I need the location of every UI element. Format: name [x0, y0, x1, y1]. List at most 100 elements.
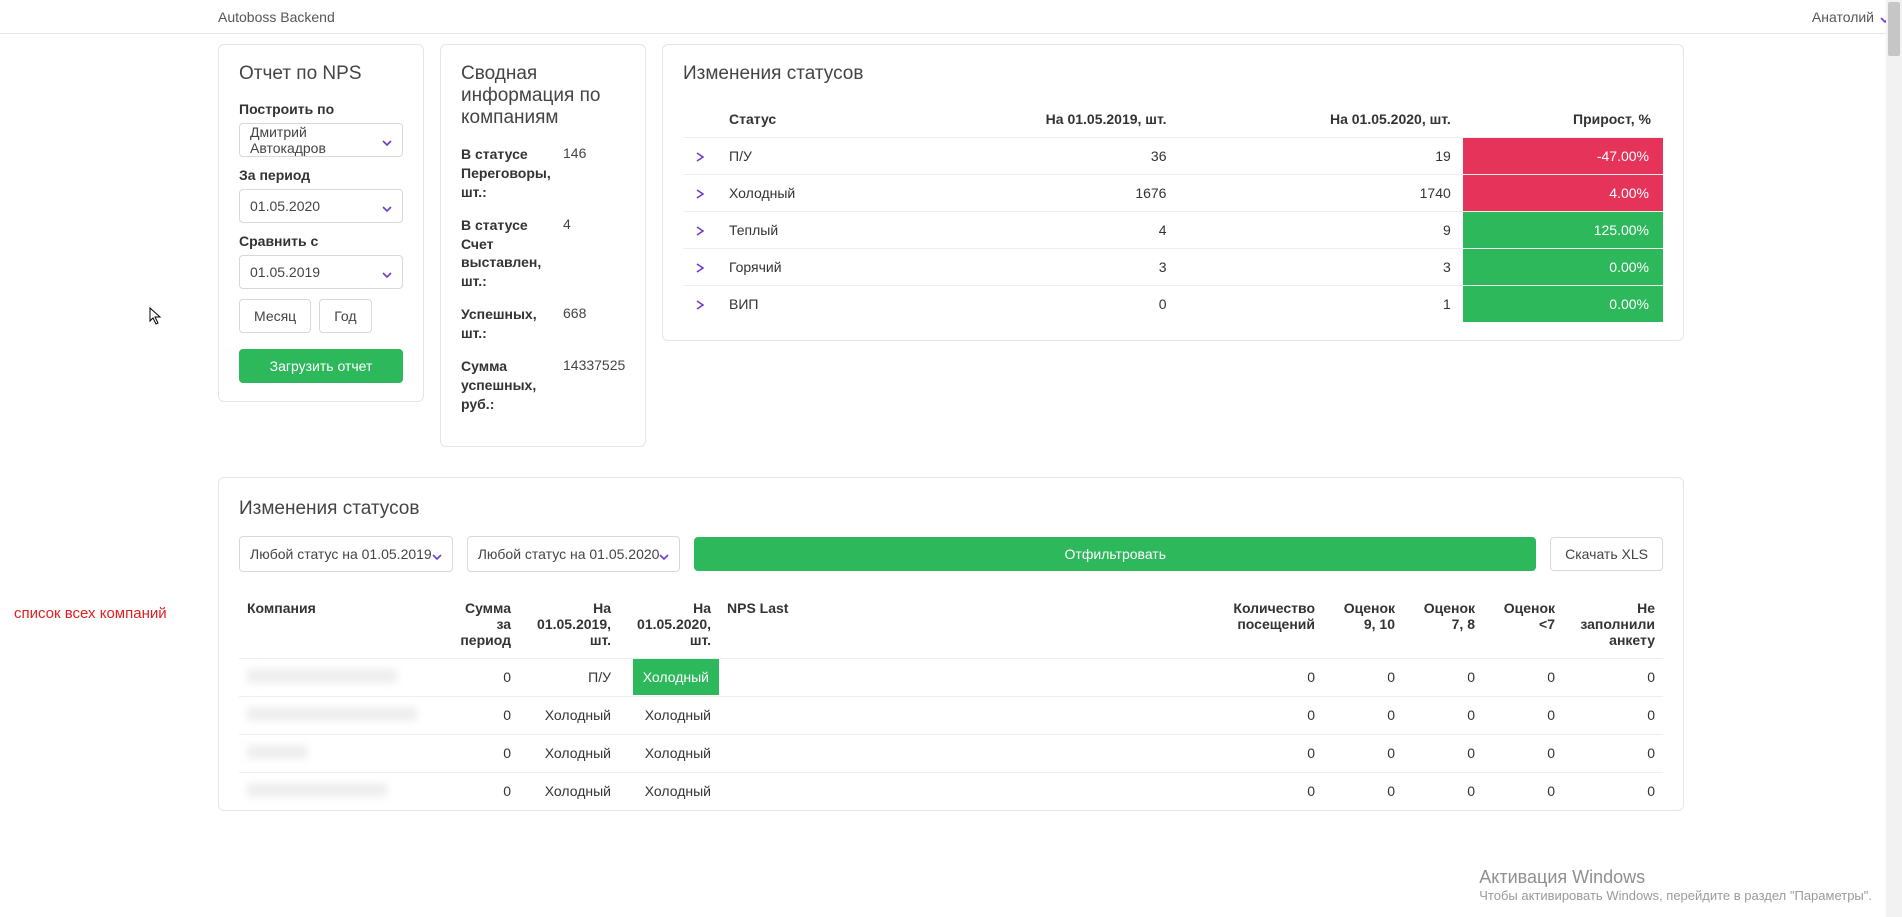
load-report-button[interactable]: Загрузить отчет: [239, 349, 403, 383]
month-button[interactable]: Месяц: [239, 299, 311, 333]
status-name: Холодный: [717, 175, 894, 212]
status-2019: 36: [894, 138, 1178, 175]
status-name: Горячий: [717, 249, 894, 286]
windows-activation-watermark: Активация Windows Чтобы активировать Win…: [1479, 867, 1872, 903]
r910: 0: [1323, 696, 1403, 734]
scrollbar[interactable]: [1886, 0, 1902, 917]
col-on2: На 01.05.2020, шт.: [619, 590, 719, 659]
filter1-value: Любой статус на 01.05.2019: [250, 546, 432, 562]
status-2020: Холодный: [619, 696, 719, 734]
lower-title: Изменения статусов: [239, 498, 1663, 520]
visits: 0: [1213, 772, 1323, 810]
expand-row-icon[interactable]: [696, 149, 704, 165]
table-row: 0П/УХолодный00000: [239, 658, 1663, 696]
cursor-icon: [149, 307, 163, 328]
col-lt7: Оценок <7: [1483, 590, 1563, 659]
build-by-label: Построить по: [239, 101, 403, 117]
expand-row-icon[interactable]: [696, 297, 704, 313]
r910: 0: [1323, 734, 1403, 772]
r78: 0: [1403, 772, 1483, 810]
status-2020: Холодный: [619, 772, 719, 810]
growth-pct: 0.00%: [1463, 249, 1663, 285]
status-table: Статус На 01.05.2019, шт. На 01.05.2020,…: [683, 101, 1663, 322]
col-company: Компания: [239, 590, 449, 659]
status-2020: 9: [1178, 212, 1462, 249]
status-2019: 4: [894, 212, 1178, 249]
scrollbar-thumb[interactable]: [1888, 2, 1900, 56]
filter-button[interactable]: Отфильтровать: [694, 537, 1536, 571]
sum: 0: [449, 658, 519, 696]
period-label: За период: [239, 167, 403, 183]
summary-card: Сводная информация по компаниям В статус…: [440, 44, 646, 447]
build-by-select[interactable]: Дмитрий Автокадров: [239, 123, 403, 157]
growth-pct: -47.00%: [1463, 138, 1663, 174]
external-annotation: список всех компаний: [14, 604, 167, 624]
r78: 0: [1403, 696, 1483, 734]
status-2019: Холодный: [519, 696, 619, 734]
company-name: [239, 772, 449, 810]
growth-pct: 0.00%: [1463, 286, 1663, 322]
summary-value: 14337525: [563, 357, 625, 414]
status-name: П/У: [717, 138, 894, 175]
status-badge: Холодный: [633, 659, 719, 695]
watermark-sub: Чтобы активировать Windows, перейдите в …: [1479, 888, 1872, 903]
period-value: 01.05.2020: [250, 198, 320, 214]
company-name: [239, 658, 449, 696]
compare-label: Сравнить с: [239, 233, 403, 249]
nofill: 0: [1563, 734, 1663, 772]
expand-row-icon[interactable]: [696, 223, 704, 239]
status-changes-card: Изменения статусов Статус На 01.05.2019,…: [662, 44, 1684, 341]
summary-row: В статусе Счет выставлен, шт.:4: [461, 216, 625, 292]
watermark-title: Активация Windows: [1479, 867, 1872, 888]
summary-row: Успешных, шт.: 668: [461, 305, 625, 343]
status-2020: Холодный: [619, 658, 719, 696]
r910: 0: [1323, 772, 1403, 810]
companies-table: Компания Сумма за период На 01.05.2019, …: [239, 590, 1663, 810]
user-menu[interactable]: Анатолий: [1812, 9, 1890, 25]
nofill: 0: [1563, 658, 1663, 696]
col-78: Оценок 7, 8: [1403, 590, 1483, 659]
status-2019: Холодный: [519, 734, 619, 772]
col-910: Оценок 9, 10: [1323, 590, 1403, 659]
col-nps: NPS Last: [719, 590, 1213, 659]
company-name: [239, 696, 449, 734]
col-growth: Прирост, %: [1463, 101, 1663, 138]
status-2020: 1740: [1178, 175, 1462, 212]
table-row: 0ХолодныйХолодный00000: [239, 696, 1663, 734]
download-xls-button[interactable]: Скачать XLS: [1550, 537, 1663, 571]
status-2020: Холодный: [619, 734, 719, 772]
growth-pct: 4.00%: [1463, 175, 1663, 211]
status-2020: 1: [1178, 286, 1462, 323]
summary-key: Успешных, шт.:: [461, 305, 553, 343]
filter-status-2019[interactable]: Любой статус на 01.05.2019: [239, 536, 453, 572]
compare-value: 01.05.2019: [250, 264, 320, 280]
status-name: Теплый: [717, 212, 894, 249]
r78: 0: [1403, 734, 1483, 772]
period-select[interactable]: 01.05.2020: [239, 189, 403, 223]
summary-key: В статусе Переговоры, шт.:: [461, 145, 553, 202]
chevron-down-icon: [382, 201, 392, 211]
compare-select[interactable]: 01.05.2019: [239, 255, 403, 289]
col-sum: Сумма за период: [449, 590, 519, 659]
summary-value: 668: [563, 305, 586, 343]
table-row: 0ХолодныйХолодный00000: [239, 734, 1663, 772]
col-on-2019: На 01.05.2019, шт.: [894, 101, 1178, 138]
status-2020: 19: [1178, 138, 1462, 175]
expand-row-icon[interactable]: [696, 186, 704, 202]
summary-row: Сумма успешных, руб.:14337525: [461, 357, 625, 414]
expand-row-icon[interactable]: [696, 260, 704, 276]
nps-last: [719, 658, 1213, 696]
table-row: П/У3619-47.00%: [683, 138, 1663, 175]
rlt7: 0: [1483, 696, 1563, 734]
filter-status-2020[interactable]: Любой статус на 01.05.2020: [467, 536, 681, 572]
nofill: 0: [1563, 772, 1663, 810]
r910: 0: [1323, 658, 1403, 696]
visits: 0: [1213, 658, 1323, 696]
rlt7: 0: [1483, 658, 1563, 696]
status-changes-detail-card: Изменения статусов Любой статус на 01.05…: [218, 477, 1684, 811]
col-on1: На 01.05.2019, шт.: [519, 590, 619, 659]
summary-key: В статусе Счет выставлен, шт.:: [461, 216, 553, 292]
year-button[interactable]: Год: [319, 299, 371, 333]
sum: 0: [449, 734, 519, 772]
nps-title: Отчет по NPS: [239, 63, 403, 85]
